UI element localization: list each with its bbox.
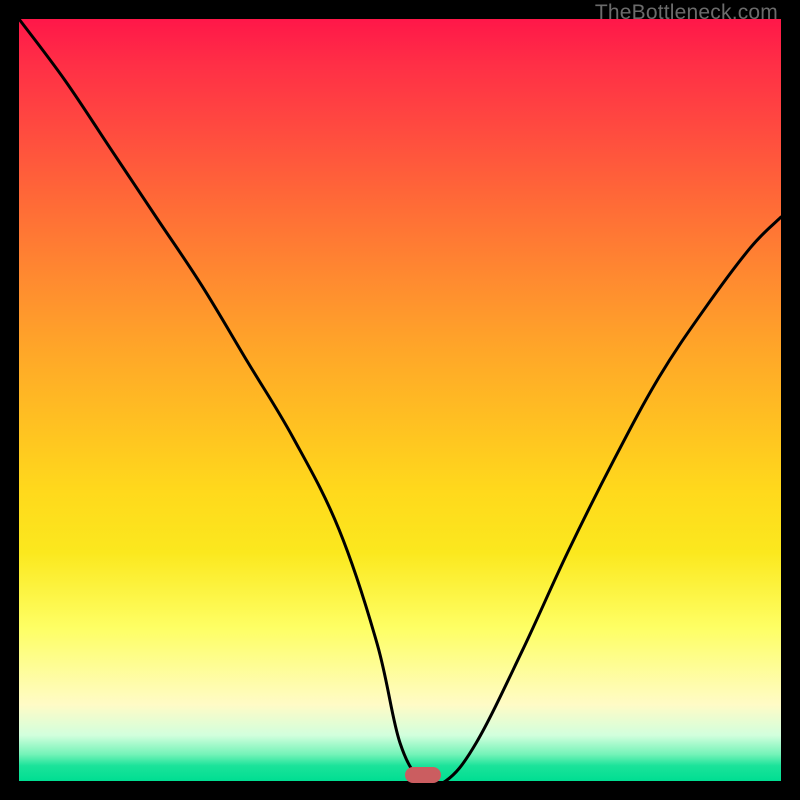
bottleneck-curve [19,19,781,786]
chart-container: TheBottleneck.com [0,0,800,800]
optimum-marker [405,767,441,783]
curve-svg [19,19,781,781]
plot-area [19,19,781,781]
